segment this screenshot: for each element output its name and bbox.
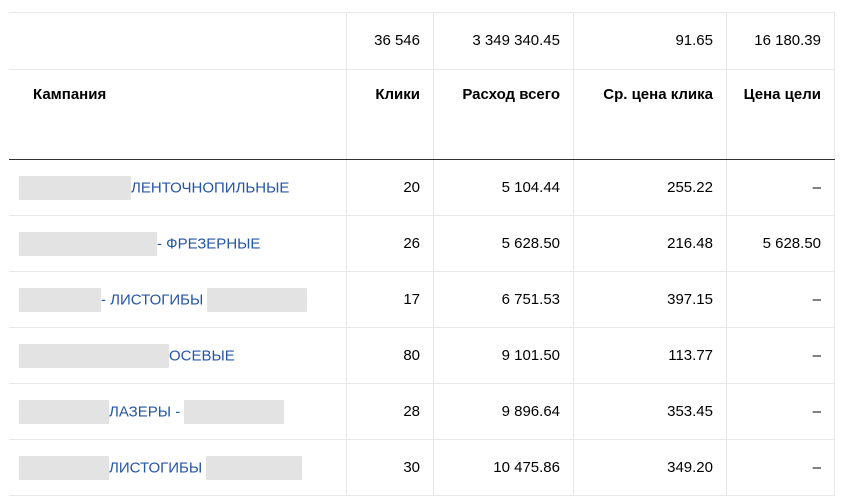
totals-row: 36 546 3 349 340.45 91.65 16 180.39	[9, 12, 835, 70]
cpc-cell: 349.20	[573, 440, 726, 495]
campaign-cell: ЛИСТОГИБЫ	[9, 440, 346, 495]
totals-cpc: 91.65	[573, 13, 726, 69]
table-row: ЛАЗЕРЫ - 28 9 896.64 353.45 –	[9, 384, 835, 440]
cost-cell: 9 101.50	[433, 328, 573, 383]
totals-cost: 3 349 340.45	[433, 13, 573, 69]
goal-price-cell: 5 628.50	[726, 216, 835, 271]
clicks-cell: 20	[346, 160, 433, 215]
totals-goal-price: 16 180.39	[726, 13, 835, 69]
redacted-block	[19, 232, 157, 257]
header-cost[interactable]: Расход всего	[433, 69, 573, 159]
redacted-block	[19, 400, 109, 425]
clicks-cell: 17	[346, 272, 433, 327]
campaign-cell: ОСЕВЫЕ	[9, 328, 346, 383]
redacted-block	[19, 176, 131, 201]
redacted-block	[19, 344, 169, 369]
campaign-cell: ЛАЗЕРЫ -	[9, 384, 346, 439]
campaign-cell: ЛЕНТОЧНОПИЛЬНЫЕ	[9, 160, 346, 215]
redacted-block	[19, 288, 101, 313]
campaign-cell: - ЛИСТОГИБЫ	[9, 272, 346, 327]
clicks-cell: 28	[346, 384, 433, 439]
goal-price-cell: –	[726, 384, 835, 439]
goal-price-cell: –	[726, 272, 835, 327]
campaign-link[interactable]: - ЛИСТОГИБЫ	[101, 292, 203, 309]
redacted-block	[184, 400, 285, 425]
campaign-report-table: 36 546 3 349 340.45 91.65 16 180.39 Камп…	[0, 0, 843, 504]
clicks-cell: 80	[346, 328, 433, 383]
campaign-cell: - ФРЕЗЕРНЫЕ	[9, 216, 346, 271]
campaign-link[interactable]: - ФРЕЗЕРНЫЕ	[157, 236, 260, 253]
cost-cell: 10 475.86	[433, 440, 573, 495]
table-header: Кампания Клики Расход всего Ср. цена кли…	[9, 69, 835, 160]
cpc-cell: 397.15	[573, 272, 726, 327]
clicks-cell: 30	[346, 440, 433, 495]
cpc-cell: 353.45	[573, 384, 726, 439]
cost-cell: 6 751.53	[433, 272, 573, 327]
goal-price-cell: –	[726, 440, 835, 495]
cpc-cell: 216.48	[573, 216, 726, 271]
header-cpc[interactable]: Ср. цена клика	[573, 69, 726, 159]
cost-cell: 9 896.64	[433, 384, 573, 439]
campaign-link[interactable]: ЛЕНТОЧНОПИЛЬНЫЕ	[131, 180, 289, 197]
redacted-block	[206, 456, 303, 481]
table-row: ЛЕНТОЧНОПИЛЬНЫЕ 20 5 104.44 255.22 –	[9, 160, 835, 216]
cost-cell: 5 628.50	[433, 216, 573, 271]
redacted-block	[207, 288, 308, 313]
totals-clicks: 36 546	[346, 13, 433, 69]
header-goal-price[interactable]: Цена цели	[726, 69, 835, 159]
table-row: - ФРЕЗЕРНЫЕ 26 5 628.50 216.48 5 628.50	[9, 216, 835, 272]
clicks-cell: 26	[346, 216, 433, 271]
table-row: ОСЕВЫЕ 80 9 101.50 113.77 –	[9, 328, 835, 384]
campaign-link[interactable]: ЛИСТОГИБЫ	[109, 460, 202, 477]
cpc-cell: 113.77	[573, 328, 726, 383]
totals-campaign-cell	[9, 13, 346, 69]
campaign-link[interactable]: ОСЕВЫЕ	[169, 348, 235, 365]
goal-price-cell: –	[726, 160, 835, 215]
table-row: ЛИСТОГИБЫ 30 10 475.86 349.20 –	[9, 440, 835, 496]
redacted-block	[19, 456, 109, 481]
cost-cell: 5 104.44	[433, 160, 573, 215]
table-row: - ЛИСТОГИБЫ 17 6 751.53 397.15 –	[9, 272, 835, 328]
campaign-link[interactable]: ЛАЗЕРЫ -	[109, 404, 180, 421]
header-clicks[interactable]: Клики	[346, 69, 433, 159]
goal-price-cell: –	[726, 328, 835, 383]
cpc-cell: 255.22	[573, 160, 726, 215]
header-campaign[interactable]: Кампания	[9, 69, 346, 159]
